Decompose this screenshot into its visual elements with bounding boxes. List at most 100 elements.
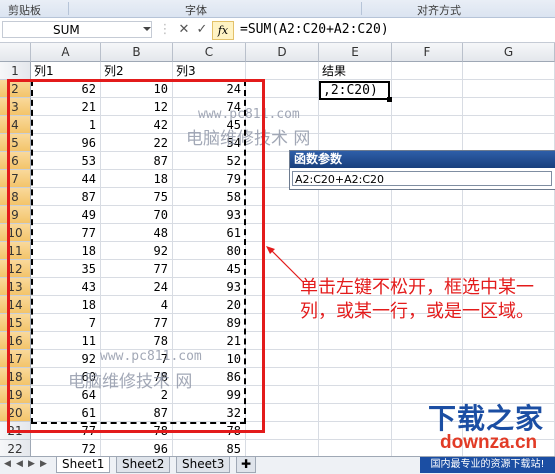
- cell-c16[interactable]: 21: [173, 332, 246, 350]
- last-sheet-icon[interactable]: ▶: [40, 459, 47, 469]
- cell-a5[interactable]: 96: [31, 134, 101, 152]
- cell-a1[interactable]: 列1: [31, 62, 101, 80]
- cell-b21[interactable]: 78: [101, 422, 173, 440]
- cell-b6[interactable]: 87: [101, 152, 173, 170]
- cell-g18[interactable]: [463, 368, 555, 386]
- cell-f11[interactable]: [392, 242, 463, 260]
- row-header-2[interactable]: 2: [0, 80, 31, 98]
- prev-sheet-icon[interactable]: ◀: [16, 459, 23, 469]
- column-header-g[interactable]: G: [463, 43, 555, 62]
- cell-b1[interactable]: 列2: [101, 62, 173, 80]
- cell-g4[interactable]: [463, 116, 555, 134]
- row-header-8[interactable]: 8: [0, 188, 31, 206]
- cell-c11[interactable]: 80: [173, 242, 246, 260]
- cell-c8[interactable]: 58: [173, 188, 246, 206]
- cell-b16[interactable]: 78: [101, 332, 173, 350]
- cell-g2[interactable]: [463, 80, 555, 98]
- cell-a3[interactable]: 21: [31, 98, 101, 116]
- cell-d19[interactable]: [246, 386, 319, 404]
- cell-b11[interactable]: 92: [101, 242, 173, 260]
- tab-sheet1[interactable]: Sheet1: [56, 457, 111, 473]
- cell-e10[interactable]: [319, 224, 392, 242]
- active-cell-e2[interactable]: ,2:C20): [319, 81, 390, 100]
- cell-g17[interactable]: [463, 350, 555, 368]
- cell-a21[interactable]: 77: [31, 422, 101, 440]
- cell-f4[interactable]: [392, 116, 463, 134]
- row-header-3[interactable]: 3: [0, 98, 31, 116]
- cell-a10[interactable]: 77: [31, 224, 101, 242]
- cell-d21[interactable]: [246, 422, 319, 440]
- enter-icon[interactable]: ✓: [194, 22, 210, 38]
- cell-c15[interactable]: 89: [173, 314, 246, 332]
- cell-f2[interactable]: [392, 80, 463, 98]
- column-header-d[interactable]: D: [246, 43, 319, 62]
- tab-sheet3[interactable]: Sheet3: [176, 457, 231, 473]
- cell-c1[interactable]: 列3: [173, 62, 246, 80]
- formula-input[interactable]: =SUM(A2:C20+A2:C20): [240, 21, 389, 38]
- cell-a12[interactable]: 35: [31, 260, 101, 278]
- column-header-c[interactable]: C: [173, 43, 246, 62]
- cell-e18[interactable]: [319, 368, 392, 386]
- row-header-13[interactable]: 13: [0, 278, 31, 296]
- cell-d8[interactable]: [246, 188, 319, 206]
- row-header-18[interactable]: 18: [0, 368, 31, 386]
- cell-b9[interactable]: 70: [101, 206, 173, 224]
- cell-b10[interactable]: 48: [101, 224, 173, 242]
- cell-c14[interactable]: 20: [173, 296, 246, 314]
- cell-e1[interactable]: 结果: [319, 62, 392, 80]
- cell-b4[interactable]: 42: [101, 116, 173, 134]
- cell-a4[interactable]: 1: [31, 116, 101, 134]
- cell-c9[interactable]: 93: [173, 206, 246, 224]
- cell-f8[interactable]: [392, 188, 463, 206]
- next-sheet-icon[interactable]: ▶: [28, 459, 35, 469]
- cell-b14[interactable]: 4: [101, 296, 173, 314]
- row-header-1[interactable]: 1: [0, 62, 31, 80]
- row-header-17[interactable]: 17: [0, 350, 31, 368]
- cell-c10[interactable]: 61: [173, 224, 246, 242]
- cell-c7[interactable]: 79: [173, 170, 246, 188]
- cell-c13[interactable]: 93: [173, 278, 246, 296]
- cell-a2[interactable]: 62: [31, 80, 101, 98]
- cell-a15[interactable]: 7: [31, 314, 101, 332]
- select-all-corner[interactable]: [0, 43, 31, 62]
- ribbon-group-alignment[interactable]: 对齐方式: [417, 2, 461, 18]
- cell-e8[interactable]: [319, 188, 392, 206]
- cell-g11[interactable]: [463, 242, 555, 260]
- cell-a8[interactable]: 87: [31, 188, 101, 206]
- cell-a20[interactable]: 61: [31, 404, 101, 422]
- cell-d17[interactable]: [246, 350, 319, 368]
- row-header-11[interactable]: 11: [0, 242, 31, 260]
- cell-d2[interactable]: [246, 80, 319, 98]
- row-header-7[interactable]: 7: [0, 170, 31, 188]
- cell-e19[interactable]: [319, 386, 392, 404]
- cell-g8[interactable]: [463, 188, 555, 206]
- cell-f10[interactable]: [392, 224, 463, 242]
- column-header-a[interactable]: A: [31, 43, 101, 62]
- cell-a14[interactable]: 18: [31, 296, 101, 314]
- cell-f18[interactable]: [392, 368, 463, 386]
- cell-g3[interactable]: [463, 98, 555, 116]
- dialog-argument-input[interactable]: A2:C20+A2:C20: [292, 171, 552, 186]
- row-header-12[interactable]: 12: [0, 260, 31, 278]
- cell-g1[interactable]: [463, 62, 555, 80]
- row-header-9[interactable]: 9: [0, 206, 31, 224]
- cell-b13[interactable]: 24: [101, 278, 173, 296]
- cell-d1[interactable]: [246, 62, 319, 80]
- cell-d10[interactable]: [246, 224, 319, 242]
- row-header-6[interactable]: 6: [0, 152, 31, 170]
- cell-b8[interactable]: 75: [101, 188, 173, 206]
- column-header-b[interactable]: B: [101, 43, 173, 62]
- cell-a9[interactable]: 49: [31, 206, 101, 224]
- ribbon-group-font[interactable]: 字体: [185, 2, 207, 18]
- cell-c21[interactable]: 78: [173, 422, 246, 440]
- cancel-icon[interactable]: ✕: [176, 22, 192, 38]
- tab-sheet2[interactable]: Sheet2: [116, 457, 171, 473]
- cell-a6[interactable]: 53: [31, 152, 101, 170]
- cell-f16[interactable]: [392, 332, 463, 350]
- cell-c20[interactable]: 32: [173, 404, 246, 422]
- cell-g16[interactable]: [463, 332, 555, 350]
- insert-function-button[interactable]: fx: [212, 21, 234, 40]
- cell-a7[interactable]: 44: [31, 170, 101, 188]
- ribbon-group-clipboard[interactable]: 剪贴板: [8, 2, 41, 18]
- cell-d18[interactable]: [246, 368, 319, 386]
